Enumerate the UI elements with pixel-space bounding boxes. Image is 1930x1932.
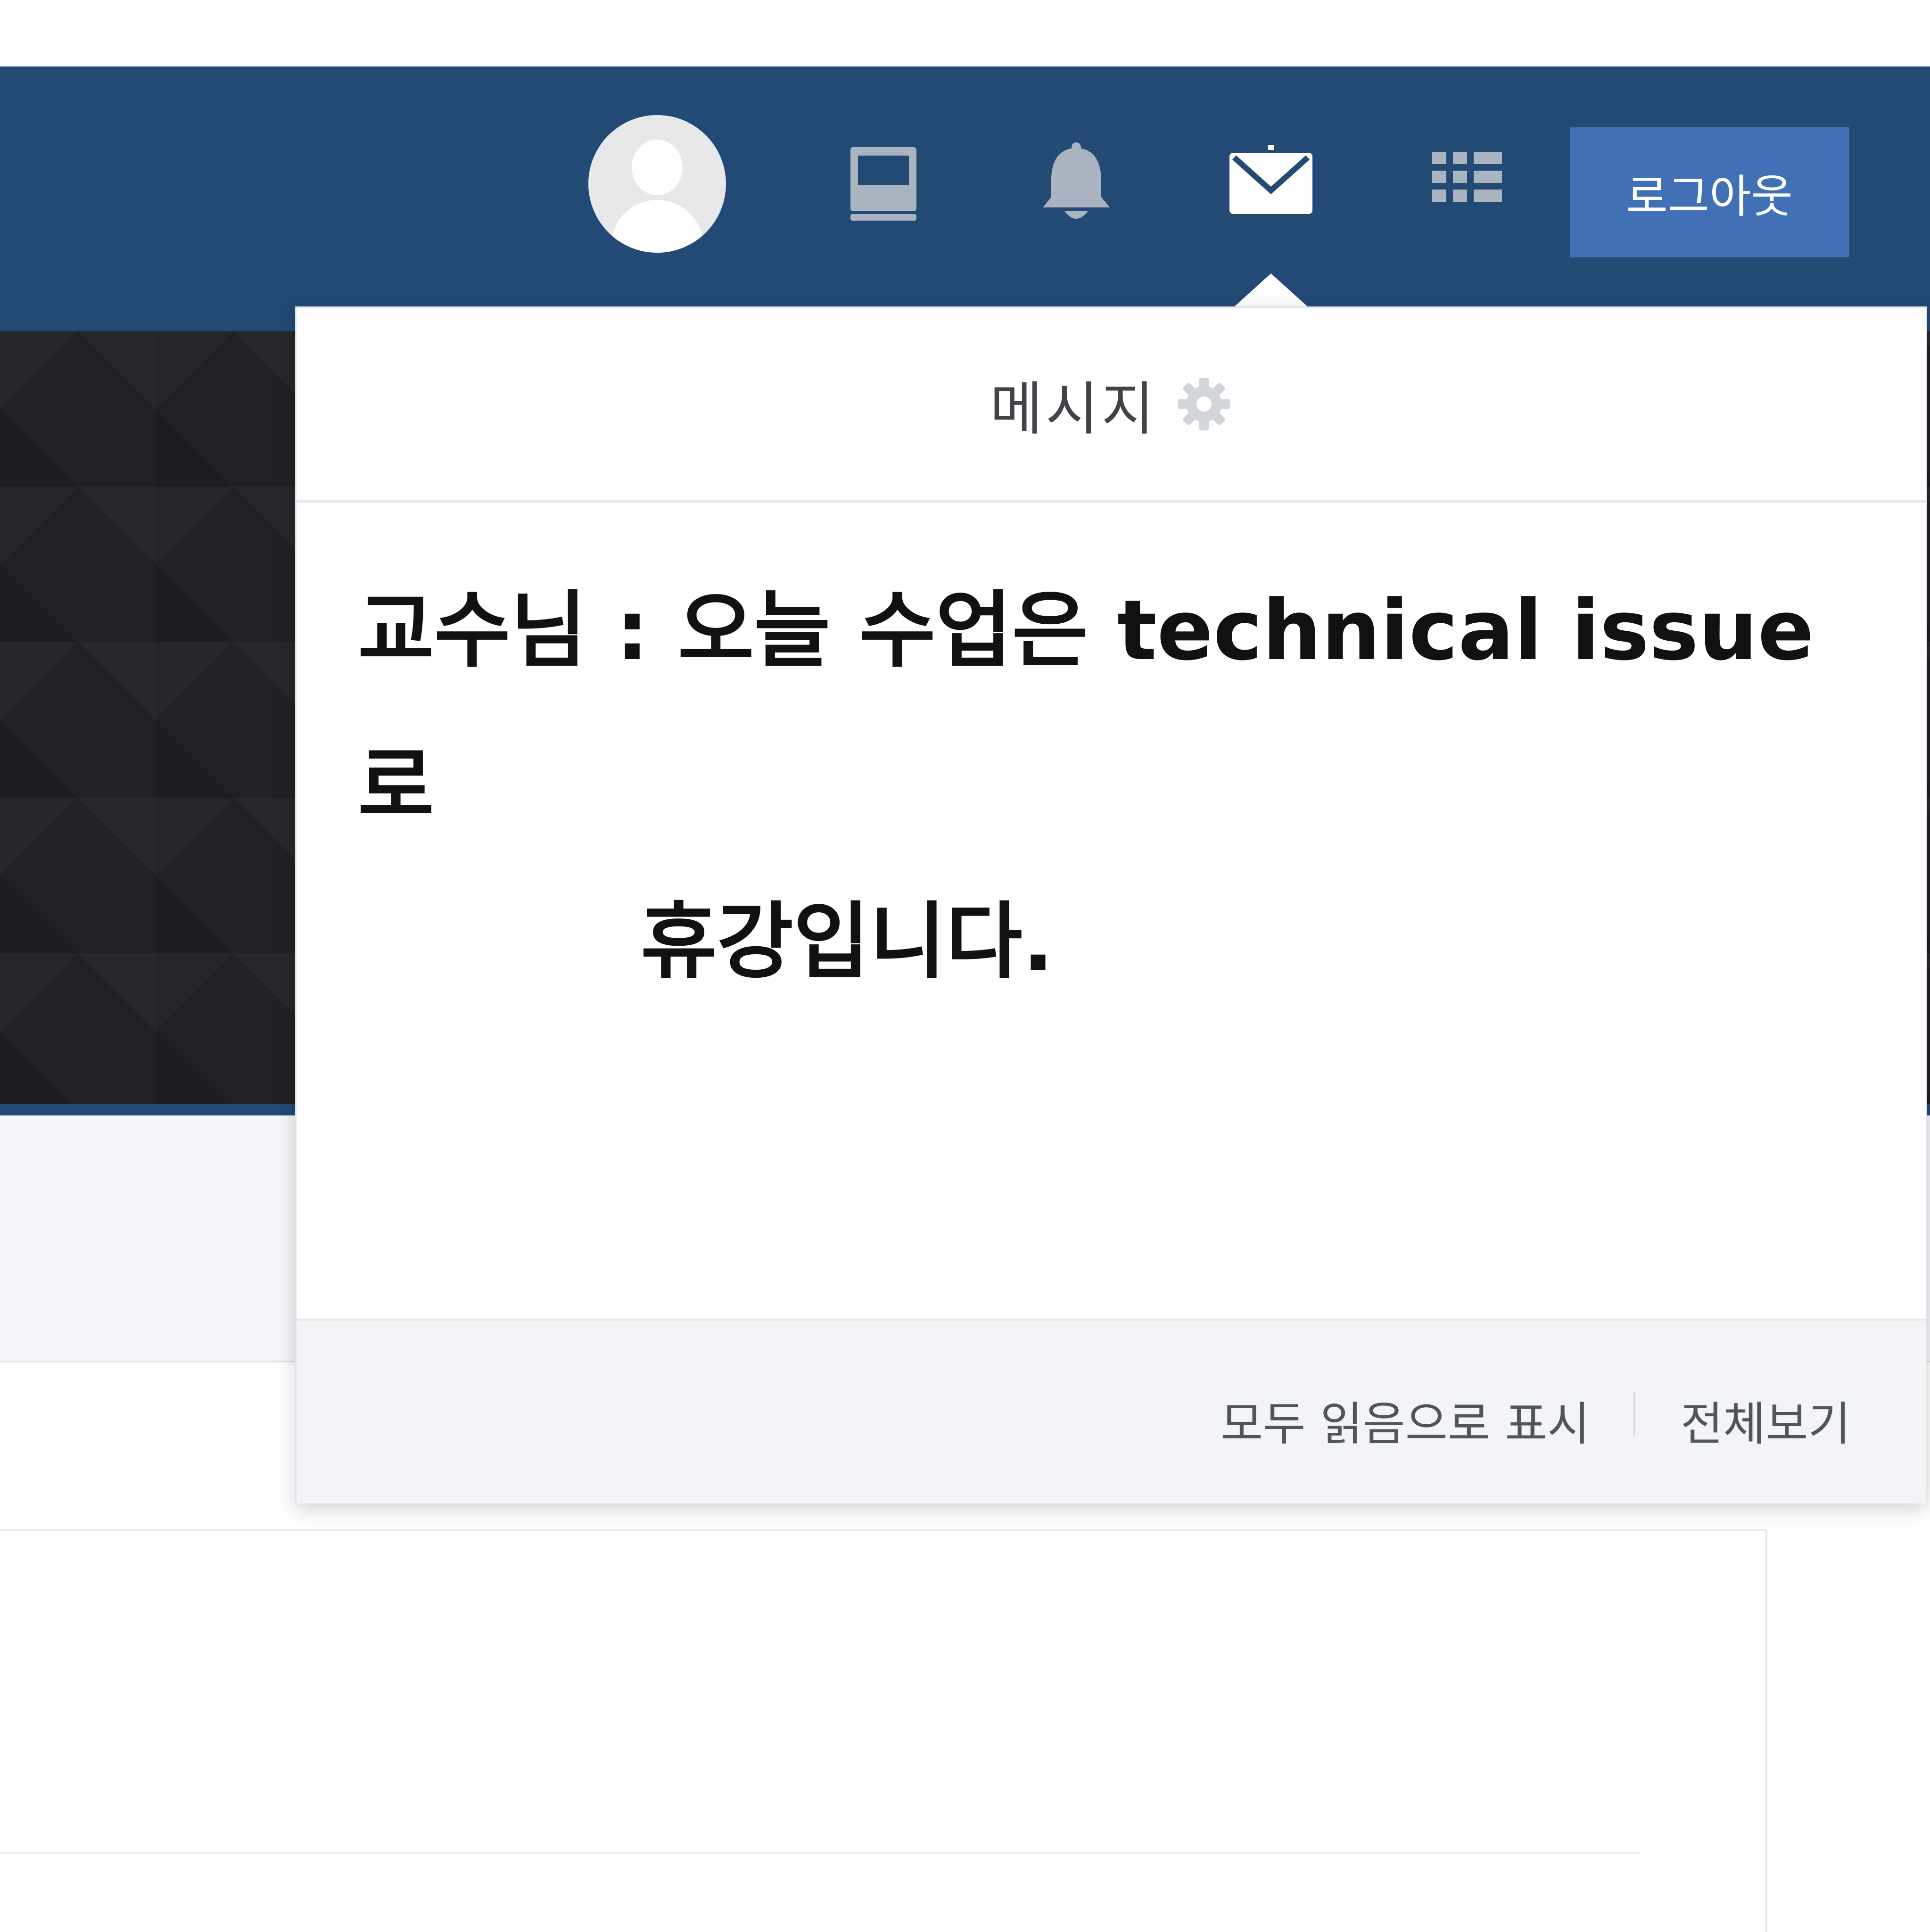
dropdown-caret [1231,273,1311,309]
messages-dropdown: 메시지 교수님 : 오늘 수업은 technical issue로 휴강입니다.… [295,306,1927,1503]
dropdown-header: 메시지 [297,308,1926,503]
message-item[interactable]: 교수님 : 오늘 수업은 technical issue로 휴강입니다. [358,553,1866,1020]
content-card [0,1529,1767,1932]
logout-button[interactable]: 로그아웃 [1570,127,1849,257]
gear-icon[interactable] [1176,376,1232,432]
footer-separator [1633,1392,1635,1436]
book-icon[interactable] [849,145,918,223]
avatar[interactable] [588,115,726,253]
dropdown-title: 메시지 [990,375,1157,443]
avatar-body-shape [611,200,703,253]
avatar-head-shape [632,140,683,195]
bell-icon[interactable] [1037,141,1115,226]
mark-all-read-link[interactable]: 모두 읽음으로 표시 [1221,1387,1590,1453]
dropdown-footer: 모두 읽음으로 표시 전체보기 [297,1319,1926,1503]
mail-icon[interactable] [1229,145,1313,215]
message-line-1: 교수님 : 오늘 수업은 technical issue로 [358,582,1814,834]
apps-grid-icon[interactable] [1432,152,1502,216]
content-divider [0,1852,1641,1854]
view-all-link[interactable]: 전체보기 [1681,1387,1851,1453]
message-line-2: 휴강입니다. [641,893,1054,990]
